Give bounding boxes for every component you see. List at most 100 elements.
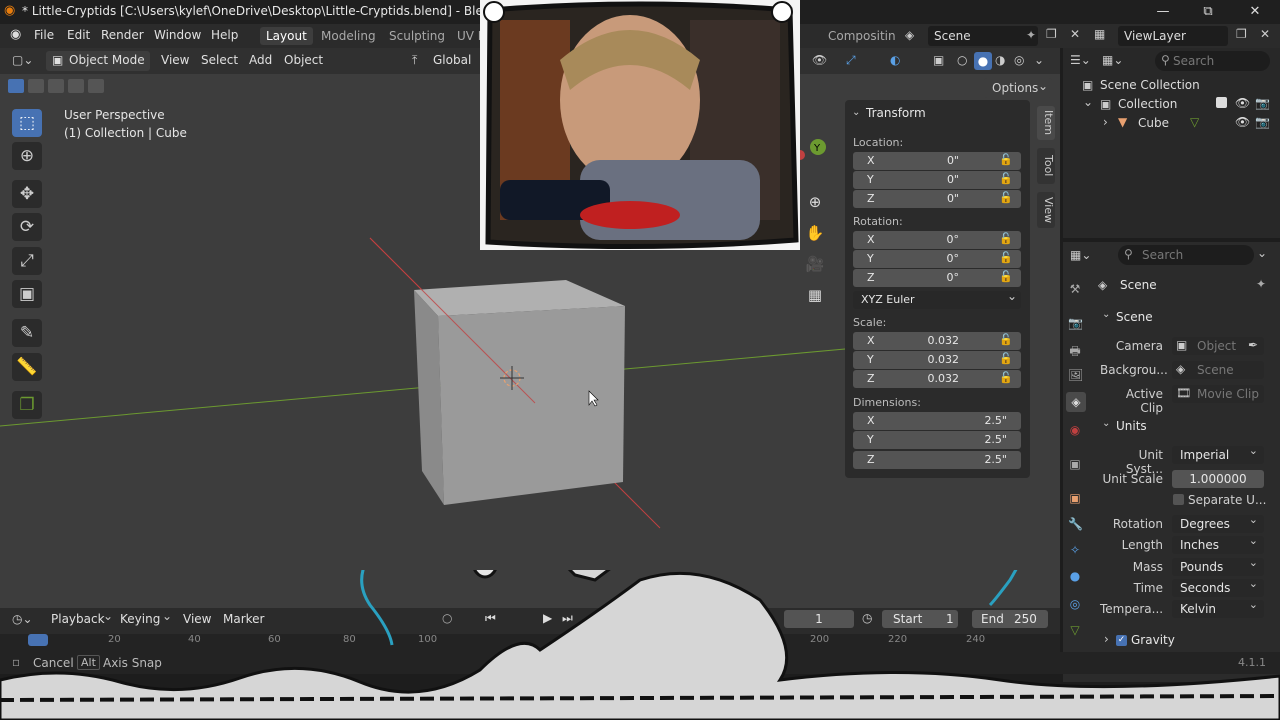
transform-orientation-icon[interactable]: ⤒: [412, 53, 417, 68]
select-invert-icon[interactable]: [68, 79, 84, 93]
world-tab-icon[interactable]: ◉: [1068, 423, 1082, 437]
location-z-field[interactable]: Z 0" 🔓: [853, 190, 1021, 208]
lock-icon[interactable]: 🔓: [999, 153, 1013, 166]
tab-modeling[interactable]: Modeling: [315, 27, 382, 45]
modifier-tab-icon[interactable]: 🔧: [1068, 517, 1083, 531]
menu-help[interactable]: Help: [211, 28, 238, 42]
viewlayer-selector[interactable]: ViewLayer: [1118, 26, 1228, 46]
tab-tool[interactable]: Tool: [1037, 148, 1055, 184]
minimize-button[interactable]: —: [1148, 2, 1178, 22]
overlay-toggle-icon[interactable]: ◐: [890, 53, 900, 67]
pin-icon[interactable]: ✦: [1256, 277, 1266, 291]
solid-shading-button[interactable]: ●: [974, 52, 992, 70]
select-box-tool-icon[interactable]: ⬚: [12, 109, 42, 137]
chevron-right-icon[interactable]: ›: [1103, 115, 1108, 129]
location-y-field[interactable]: Y 0" 🔓: [853, 171, 1021, 189]
rendered-shading-icon[interactable]: ◎: [1014, 53, 1024, 67]
lock-icon[interactable]: 🔓: [999, 270, 1013, 283]
collection-tab-icon[interactable]: ▣: [1068, 457, 1082, 471]
pan-hand-icon[interactable]: ✋: [803, 221, 827, 245]
lock-icon[interactable]: 🔓: [999, 352, 1013, 365]
menu-window[interactable]: Window: [154, 28, 201, 42]
tab-sculpting[interactable]: Sculpting: [383, 27, 451, 45]
tab-compositing[interactable]: Compositin: [822, 27, 902, 45]
new-scene-icon[interactable]: ❐: [1046, 27, 1057, 41]
new-viewlayer-icon[interactable]: ❐: [1236, 27, 1247, 41]
outliner-row-collection[interactable]: ⌄ ▣ Collection 👁 📷: [1063, 95, 1280, 114]
select-extend-icon[interactable]: [28, 79, 44, 93]
scene-tab-icon[interactable]: ◈: [1066, 392, 1086, 412]
outliner-editor-icon[interactable]: ☰⌄: [1070, 53, 1091, 67]
menu-file[interactable]: File: [34, 28, 54, 42]
eyedropper-icon[interactable]: ✒: [1248, 338, 1258, 352]
transform-panel-title[interactable]: Transform: [866, 106, 926, 120]
tab-view[interactable]: View: [1037, 192, 1055, 228]
separate-units-checkbox[interactable]: [1173, 494, 1184, 505]
wireframe-shading-icon[interactable]: ○: [957, 53, 967, 67]
separate-units-label[interactable]: Separate U...: [1188, 493, 1266, 507]
gizmo-toggle-icon[interactable]: ⤢: [846, 53, 856, 68]
chevron-down-icon[interactable]: ⌄: [1102, 418, 1110, 429]
lock-icon[interactable]: 🔓: [999, 191, 1013, 204]
visibility-icon[interactable]: 👁: [812, 53, 827, 67]
background-field[interactable]: ◈ Scene: [1172, 361, 1264, 379]
select-new-icon[interactable]: [8, 79, 24, 93]
transform-panel-chevron-icon[interactable]: ⌄: [852, 107, 860, 118]
scene-icon[interactable]: ◈: [905, 28, 914, 42]
camera-view-icon[interactable]: 🎥: [803, 252, 827, 276]
camera-field[interactable]: ▣ Object ✒: [1172, 337, 1264, 355]
eye-icon[interactable]: 👁: [1235, 96, 1250, 110]
ortho-toggle-icon[interactable]: ▦: [803, 283, 827, 307]
tab-item[interactable]: Item: [1037, 106, 1055, 140]
menu-add[interactable]: Add: [249, 53, 272, 67]
lock-icon[interactable]: 🔓: [999, 172, 1013, 185]
scale-tool-icon[interactable]: ⤢: [12, 247, 42, 275]
camera-icon[interactable]: 📷: [1255, 115, 1270, 129]
dimensions-y-field[interactable]: Y 2.5": [853, 431, 1021, 449]
rotation-y-field[interactable]: Y 0° 🔓: [853, 250, 1021, 268]
zoom-icon[interactable]: ⊕: [803, 190, 827, 214]
display-mode-icon[interactable]: ▦⌄: [1102, 53, 1123, 67]
delete-viewlayer-icon[interactable]: ✕: [1260, 27, 1270, 41]
transform-orientation-label[interactable]: Global: [433, 53, 471, 67]
select-intersect-icon[interactable]: [88, 79, 104, 93]
lock-icon[interactable]: 🔓: [999, 333, 1013, 346]
options-button[interactable]: Options ⌄: [984, 78, 1052, 98]
properties-editor-icon[interactable]: ▦⌄: [1070, 248, 1091, 262]
rotation-mode-dropdown[interactable]: XYZ Euler ⌄: [853, 289, 1021, 309]
camera-icon[interactable]: 📷: [1255, 96, 1270, 110]
scene-panel-title[interactable]: Scene: [1116, 310, 1153, 324]
outliner-row-cube[interactable]: › ▼ Cube ▽ 👁 📷: [1063, 114, 1280, 133]
select-subtract-icon[interactable]: [48, 79, 64, 93]
close-button[interactable]: ✕: [1240, 2, 1270, 22]
lock-icon[interactable]: 🔓: [999, 232, 1013, 245]
rotate-tool-icon[interactable]: ⟳: [12, 213, 42, 241]
outliner-search-input[interactable]: ⚲ Search: [1155, 51, 1270, 71]
move-tool-icon[interactable]: ✥: [12, 180, 42, 208]
transform-tool-icon[interactable]: ▣: [12, 280, 42, 308]
chevron-down-icon[interactable]: ⌄: [1102, 309, 1110, 320]
delete-scene-icon[interactable]: ✕: [1070, 27, 1080, 41]
chevron-down-icon[interactable]: ⌄: [1257, 246, 1267, 260]
unit-scale-field[interactable]: 1.000000: [1172, 470, 1264, 488]
select-mode-buttons[interactable]: [8, 79, 104, 95]
menu-object[interactable]: Object: [284, 53, 323, 67]
rotation-z-field[interactable]: Z 0° 🔓: [853, 269, 1021, 287]
menu-edit[interactable]: Edit: [67, 28, 90, 42]
active-clip-field[interactable]: 🎞 Movie Clip: [1172, 385, 1264, 403]
eye-icon[interactable]: 👁: [1235, 115, 1250, 129]
material-shading-icon[interactable]: ◑: [995, 53, 1005, 67]
maximize-button[interactable]: ⧉: [1193, 2, 1223, 22]
measure-tool-icon[interactable]: 📏: [12, 353, 42, 381]
output-tab-icon[interactable]: 🖶: [1068, 342, 1082, 358]
render-tab-icon[interactable]: 📷: [1068, 316, 1083, 330]
lock-icon[interactable]: 🔓: [999, 251, 1013, 264]
annotate-tool-icon[interactable]: ✎: [12, 319, 42, 347]
mesh-data-icon[interactable]: ▽: [1190, 115, 1199, 129]
menu-select[interactable]: Select: [201, 53, 238, 67]
menu-render[interactable]: Render: [101, 28, 144, 42]
length-unit-dropdown[interactable]: Inches: [1172, 532, 1264, 554]
dimensions-x-field[interactable]: X 2.5": [853, 412, 1021, 430]
rotation-unit-dropdown[interactable]: Degrees: [1172, 511, 1264, 533]
pin-icon[interactable]: ✦: [1026, 28, 1036, 42]
